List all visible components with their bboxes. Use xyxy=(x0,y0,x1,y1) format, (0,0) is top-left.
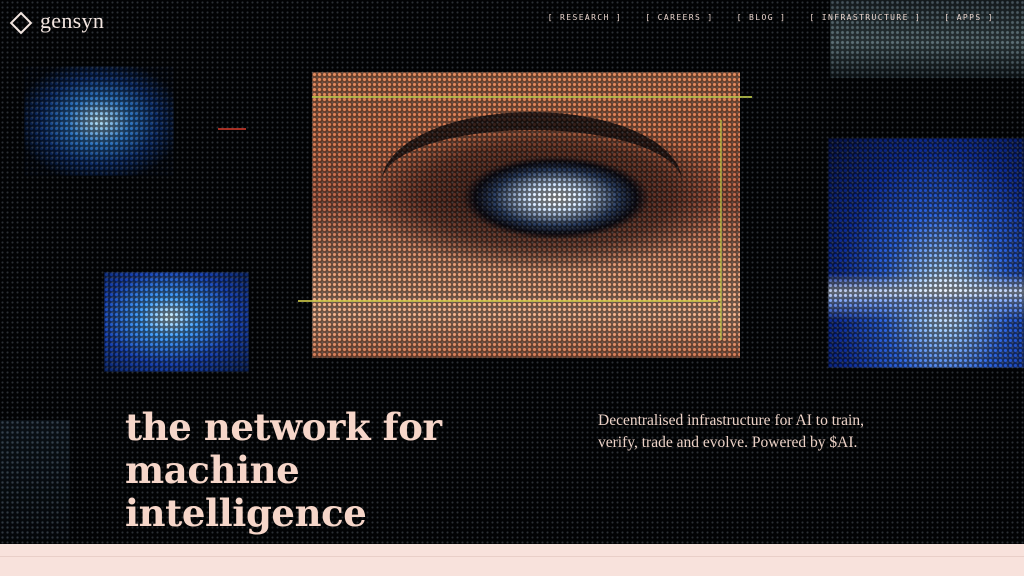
yellow-scanline xyxy=(298,300,718,302)
next-section-strip xyxy=(0,544,1024,576)
nav-link-blog[interactable]: [ BLOG ] xyxy=(737,13,787,22)
nav-link-research[interactable]: [ RESEARCH ] xyxy=(548,13,623,22)
nav-link-apps[interactable]: [ APPS ] xyxy=(944,13,994,22)
divider xyxy=(0,556,1024,557)
hero-headline: the network for machine intelligence xyxy=(125,406,585,535)
hero-tagline: Decentralised infrastructure for AI to t… xyxy=(598,410,898,454)
tagline-line-2: verify, trade and evolve. Powered by $AI… xyxy=(598,434,858,451)
nav-link-infrastructure[interactable]: [ INFRASTRUCTURE ] xyxy=(809,13,921,22)
red-marker xyxy=(218,128,246,130)
nav-menu: [ RESEARCH ] [ CAREERS ] [ BLOG ] [ INFR… xyxy=(548,13,994,22)
brand-logo[interactable]: gensyn xyxy=(10,8,104,34)
video-panel-blue-left xyxy=(104,272,249,372)
nav-link-careers[interactable]: [ CAREERS ] xyxy=(645,13,713,22)
brand-name: gensyn xyxy=(40,8,105,33)
vertical-scanline xyxy=(720,120,722,340)
video-panel-blue-small xyxy=(24,66,174,176)
video-panel-blue-right xyxy=(828,138,1024,368)
headline-line-1: the network for machine xyxy=(125,405,442,492)
video-panel-dim xyxy=(0,420,70,540)
headline-line-2: intelligence xyxy=(125,491,367,535)
top-navigation: gensyn [ RESEARCH ] [ CAREERS ] [ BLOG ]… xyxy=(0,0,1024,40)
diamond-logo-icon xyxy=(10,12,28,30)
green-scanline xyxy=(312,96,752,98)
tagline-line-1: Decentralised infrastructure for AI to t… xyxy=(598,412,864,429)
eye-image-panel xyxy=(312,72,740,358)
